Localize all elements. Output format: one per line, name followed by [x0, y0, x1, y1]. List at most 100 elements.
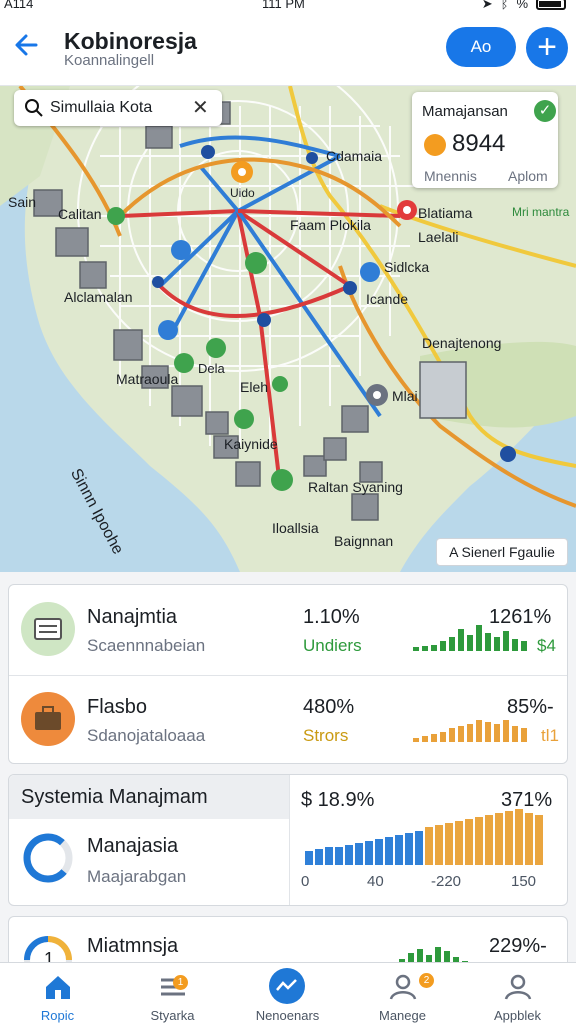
app-screen: A114 111 PM ➤ ᛒ % Kobinoresja Koannaling…	[0, 0, 576, 1024]
nav-item-list[interactable]: 1 Styarka	[115, 963, 230, 1024]
map-label: Denajtenong	[422, 335, 502, 351]
sparkline-bar	[476, 625, 482, 651]
check-icon: ✓	[534, 100, 556, 122]
map-view[interactable]: Simullaia Kota ✕ Mamajansan ✓ 8944 Mnenn…	[0, 86, 576, 572]
pin-blue-8[interactable]	[201, 145, 215, 159]
summary-title: Mamajansan	[422, 103, 508, 120]
pin-blue-7[interactable]	[500, 446, 516, 462]
pin-blue-9[interactable]	[306, 152, 318, 164]
row-title: Flasbo	[87, 696, 148, 718]
nav-label: Appblek	[494, 1008, 541, 1023]
status-time: 111 PM	[262, 0, 305, 11]
pin-green-3[interactable]	[206, 338, 226, 358]
panel-bar	[435, 825, 443, 865]
row-tag: Strors	[303, 726, 349, 745]
pin-green-5[interactable]	[234, 409, 254, 429]
pin-blue-1[interactable]	[171, 240, 191, 260]
back-arrow-icon[interactable]	[10, 28, 44, 62]
pin-orange[interactable]	[231, 161, 253, 183]
pin-blue-4[interactable]	[343, 281, 357, 295]
map-label: Uido	[230, 186, 255, 200]
map-label: Baignnan	[334, 533, 394, 549]
status-left: A114	[4, 0, 34, 11]
row-small: tl1	[541, 726, 559, 745]
panel-subtitle: Maajarabgan	[87, 867, 187, 886]
nav-item-trends[interactable]: Nenoenars	[230, 963, 345, 1024]
row-percent: 1.10%	[303, 606, 360, 628]
donut-icon	[23, 833, 73, 883]
map-search-bar[interactable]: Simullaia Kota ✕	[14, 90, 222, 126]
map-summary-card[interactable]: Mamajansan ✓ 8944 Mnennis Aplom	[412, 92, 558, 188]
axis-tick: 0	[301, 873, 310, 890]
sparkline-bar	[440, 641, 446, 651]
sparkline-bar	[494, 724, 500, 742]
map-label: Mlai	[392, 388, 418, 404]
pin-green-6[interactable]	[271, 469, 293, 491]
nav-label: Nenoenars	[255, 1008, 320, 1023]
bluetooth-icon: ᛒ	[500, 0, 509, 11]
nav-item-profile[interactable]: Appblek	[460, 963, 575, 1024]
panel-bar	[485, 815, 493, 865]
nav-item-users[interactable]: 2 Manege	[345, 963, 460, 1024]
map-label: Matraoula	[116, 371, 179, 387]
search-icon	[25, 99, 43, 117]
map-label: Laelali	[418, 229, 459, 245]
stats-row[interactable]: Flasbo Sdanojataloaaa 480% Strors 85%- t…	[9, 676, 567, 764]
card-percent: 229%-	[489, 935, 547, 957]
sparkline-bar	[449, 728, 455, 742]
page-title: Kobinoresja	[64, 28, 197, 54]
sparkline-bar	[458, 726, 464, 742]
panel-bar	[535, 815, 543, 865]
home-icon	[46, 976, 70, 999]
pin-green-1[interactable]	[107, 207, 125, 225]
stats-card: Nanajmtia Scaennnabeian 1.10% Undiers 12…	[8, 584, 568, 764]
pin-green-4[interactable]	[174, 353, 194, 373]
stats-row[interactable]: Nanajmtia Scaennnabeian 1.10% Undiers 12…	[9, 585, 567, 675]
account-button[interactable]: Ao	[446, 27, 516, 67]
row-subtitle: Scaennnabeian	[87, 636, 206, 655]
pin-gray[interactable]	[366, 384, 388, 406]
map-search-input[interactable]: Simullaia Kota	[50, 99, 152, 117]
map-label: Cdamaia	[326, 148, 383, 164]
divider	[289, 775, 290, 905]
pin-blue-6[interactable]	[152, 276, 164, 288]
row-tag: Undiers	[303, 636, 362, 655]
panel-bar	[505, 811, 513, 865]
map-label: Icande	[366, 291, 409, 307]
axis-tick: -220	[431, 873, 462, 890]
nav-label: Manege	[379, 1008, 426, 1023]
nav-item-home[interactable]: Ropic	[0, 963, 115, 1024]
pin-green-2[interactable]	[245, 252, 267, 274]
map-label: Kaiynide	[224, 436, 278, 452]
map-label: Blatiama	[418, 205, 473, 221]
battery-icon	[536, 0, 566, 10]
card-title: Miatmnsja	[87, 935, 179, 957]
pin-blue-5[interactable]	[257, 313, 271, 327]
panel-axis: 0 40 -220 150	[301, 873, 557, 893]
nav-label: Styarka	[150, 1008, 195, 1023]
panel-bar	[515, 809, 523, 865]
sparkline-bar	[449, 637, 455, 651]
sparkline-bar	[512, 726, 518, 742]
pin-red[interactable]	[397, 200, 417, 220]
pin-blue-2[interactable]	[158, 320, 178, 340]
panel-bar	[465, 819, 473, 865]
sparkline-bar	[458, 629, 464, 651]
panel-bar	[315, 849, 323, 865]
sparkline-bar	[467, 724, 473, 742]
map-label: Faam Plokila	[290, 217, 371, 233]
pin-green-7[interactable]	[272, 376, 288, 392]
panel-bar	[325, 847, 333, 865]
system-panel: Systemia Manajmam Manajasia Maajarabgan …	[8, 774, 568, 906]
sparkline-bar	[422, 736, 428, 742]
panel-bar	[425, 827, 433, 865]
calendar-icon	[21, 602, 75, 656]
map-label: Calitan	[58, 206, 102, 222]
map-label: Raltan Syaning	[308, 479, 403, 495]
close-icon[interactable]: ✕	[192, 95, 209, 120]
map-legend-chip[interactable]: A Sienerl Fgaulie	[436, 538, 568, 566]
sparkline-bar	[431, 734, 437, 742]
sparkline-bar	[440, 732, 446, 742]
add-button[interactable]: +	[526, 27, 568, 69]
pin-blue-3[interactable]	[360, 262, 380, 282]
